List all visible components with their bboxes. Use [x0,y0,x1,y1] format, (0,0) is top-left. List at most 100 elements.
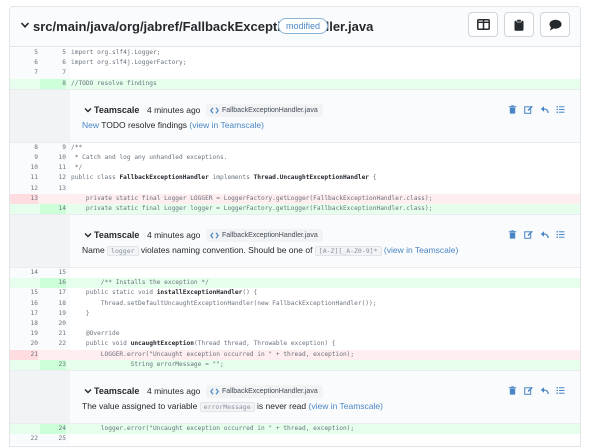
old-line-number: 16 [30,299,38,307]
old-line-number: 7 [34,69,38,77]
split-view-icon [477,19,490,30]
finding-time: 4 minutes ago [147,104,201,115]
diff-line: 17 19 } [10,308,580,319]
finding-actions [508,105,568,115]
file-chip-label: FallbackExceptionHandler.java [222,232,318,240]
old-line-number: 6 [34,59,38,67]
new-line-number: 22 [58,340,66,348]
file-chip-label: FallbackExceptionHandler.java [222,106,318,114]
code-line: //TODO resolve findings [71,79,157,87]
new-line-number: 7 [62,69,66,77]
trash-icon[interactable] [508,386,517,395]
finding-time: 4 minutes ago [147,385,201,396]
code-line: Thread.setDefaultUncaughtExceptionHandle… [71,299,377,307]
old-line-number: 10 [30,164,38,172]
new-line-number: 23 [40,359,66,370]
finding-card: Teamscale 4 minutes ago FallbackExceptionH… [10,369,580,424]
old-line-number: 13 [10,193,38,204]
file-chip[interactable]: FallbackExceptionHandler.java [206,229,323,243]
code-line: private static final Logger logger = Log… [71,204,433,212]
code-line: @Override [71,330,120,338]
finding-message: The value assigned to variable errorMess… [82,400,383,412]
finding-text: Name [82,245,108,256]
edit-icon[interactable] [524,105,533,114]
diff-line: 14 15 [10,268,580,279]
comment-button[interactable] [540,12,570,37]
finding-code: [A-Z][_A-Z0-9]* [314,246,382,257]
finding-tag-new: New [82,119,100,130]
diff-line: 5 5 import org.slf4j.Logger; [10,48,580,59]
file-chip[interactable]: FallbackExceptionHandler.java [206,103,323,117]
code-line: String errorMessage = ""; [71,360,224,368]
finding-text: TODO resolve findings [99,119,190,130]
code-icon [210,107,219,114]
diff-line: 6 6 import org.slf4j.LoggerFactory; [10,58,580,69]
reply-icon[interactable] [540,230,549,239]
new-line-number: 8 [40,78,66,89]
code-line: public class FallbackExceptionHandler im… [71,174,377,182]
old-line-number: 17 [30,309,38,317]
diff-line: 21 LOGGER.error("Uncaught exception occu… [10,349,580,360]
code-line: /** Installs the exception */ [71,279,209,287]
finding-gutter [10,215,70,268]
chevron-down-icon[interactable] [84,387,92,395]
new-line-number: 11 [58,164,66,172]
diff-line: 24 logger.error("Uncaught exception occu… [10,423,580,435]
old-line-number: 15 [30,289,38,297]
code-line: private static final Logger LOGGER = Log… [71,194,433,202]
code-line: } [71,309,90,317]
code-line: public void uncaughtException(Thread thr… [71,340,336,348]
file-diff-panel: src/main/java/org/jabref/FallbackExcepti… [9,6,581,447]
list-icon[interactable] [556,386,565,395]
trash-icon[interactable] [508,230,517,239]
chevron-down-icon[interactable] [84,106,92,114]
old-line-number: 19 [30,330,38,338]
file-chip[interactable]: FallbackExceptionHandler.java [206,384,323,398]
diff-line: 18 20 [10,319,580,330]
finding-gutter [10,89,70,142]
list-icon[interactable] [556,105,565,114]
finding-card: Teamscale 4 minutes ago FallbackExceptionH… [10,214,580,269]
finding-author: Teamscale [94,104,140,115]
finding-author: Teamscale [94,230,140,241]
clipboard-button[interactable] [504,12,534,37]
finding-card: Teamscale 4 minutes ago FallbackExceptionH… [10,88,580,143]
edit-icon[interactable] [524,230,533,239]
view-in-teamscale-link[interactable]: (view in Teamscale) [309,401,383,411]
finding-actions [508,386,568,396]
view-in-teamscale-link[interactable]: (view in Teamscale) [189,120,263,130]
new-line-number: 21 [58,330,66,338]
list-icon[interactable] [556,230,565,239]
code-line: /** [71,143,83,151]
old-line-number: 20 [30,340,38,348]
new-line-number: 10 [58,153,66,161]
finding-code: logger [107,246,139,257]
file-chip-label: FallbackExceptionHandler.java [222,387,318,395]
diff-line: 10 11 */ [10,163,580,174]
old-line-number: 5 [34,49,38,56]
trash-icon[interactable] [508,105,517,114]
diff-line: 9 10 * Catch and log any unhandled except… [10,152,580,164]
reply-icon[interactable] [540,386,549,395]
finding-message: Name logger violates naming convention. … [82,245,458,257]
diff-line: 16 /** Installs the exception */ [10,278,580,289]
new-line-number: 9 [62,143,66,151]
old-line-number: 9 [34,153,38,161]
code-line: import org.slf4j.LoggerFactory; [71,59,187,67]
chevron-down-icon[interactable] [20,20,30,30]
finding-message: New TODO resolve findings (view in Teams… [82,120,264,130]
new-line-number: 6 [62,59,66,67]
view-in-teamscale-link[interactable]: (view in Teamscale) [384,245,458,255]
diff-line: 12 13 [10,183,580,194]
finding-text: is never read [254,400,309,411]
reply-icon[interactable] [540,105,549,114]
chevron-down-icon[interactable] [84,231,92,239]
old-line-number: 11 [30,174,38,182]
split-view-button[interactable] [468,12,498,37]
new-line-number: 18 [58,299,66,307]
diff-line: 77 [10,68,580,79]
edit-icon[interactable] [524,386,533,395]
code-line: public static void installExceptionHandl… [71,289,258,297]
diff-line: 20 22 public void uncaughtException(Threa… [10,339,580,350]
finding-text: The value assigned to variable [82,400,200,411]
